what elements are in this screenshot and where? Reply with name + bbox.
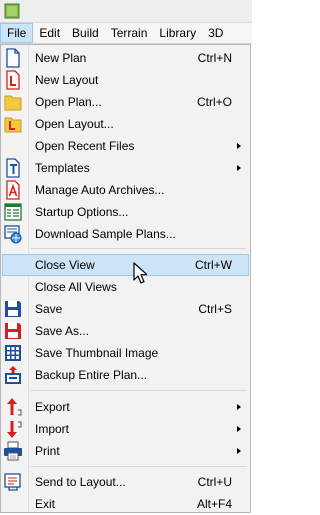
menu-item-label: Templates [35, 161, 90, 175]
archive-icon [6, 180, 20, 200]
menu-library[interactable]: Library [153, 23, 202, 43]
menu-item-print[interactable]: Print [2, 440, 249, 462]
menu-item-download-samples[interactable]: Download Sample Plans... [2, 223, 249, 245]
menu-item-exit[interactable]: Exit Alt+F4 [2, 493, 249, 515]
menu-item-label: Save As... [35, 324, 90, 338]
menu-item-label: Download Sample Plans... [35, 227, 176, 241]
download-samples-icon [4, 225, 22, 244]
menu-item-shortcut: Ctrl+U [197, 475, 232, 489]
menu-item-new-plan[interactable]: New Plan Ctrl+N [2, 47, 249, 69]
menu-item-new-layout[interactable]: New Layout [2, 69, 249, 91]
submenu-arrow-icon [237, 165, 241, 171]
menu-item-label: New Plan [35, 51, 87, 65]
menu-item-manage-archives[interactable]: Manage Auto Archives... [2, 179, 249, 201]
menu-item-shortcut: Ctrl+W [195, 258, 232, 272]
menu-item-label: Print [35, 444, 60, 458]
menu-item-label: Manage Auto Archives... [35, 183, 165, 197]
menu-separator [31, 390, 247, 391]
import-arrow-icon [7, 421, 22, 438]
menu-edit[interactable]: Edit [33, 23, 66, 43]
menu-bar: File Edit Build Terrain Library 3D [0, 23, 252, 44]
template-icon [6, 158, 20, 178]
menu-item-label: Export [35, 400, 70, 414]
menu-item-save-as[interactable]: Save As... [2, 320, 249, 342]
menu-item-shortcut: Ctrl+S [198, 302, 232, 316]
startup-options-icon [4, 203, 22, 221]
submenu-arrow-icon [237, 448, 241, 454]
menu-item-close-all-views[interactable]: Close All Views [2, 276, 249, 298]
file-menu-dropdown: New Plan Ctrl+N New Layout Open Plan... … [0, 44, 251, 513]
folder-icon [4, 95, 22, 111]
open-layout-icon [4, 117, 22, 133]
new-plan-icon [6, 48, 20, 68]
title-bar [0, 0, 252, 23]
menu-item-save-thumbnail[interactable]: Save Thumbnail Image [2, 342, 249, 364]
menu-build[interactable]: Build [66, 23, 105, 43]
menu-3d[interactable]: 3D [202, 23, 229, 43]
menu-item-label: Save Thumbnail Image [35, 346, 159, 360]
submenu-arrow-icon [237, 143, 241, 149]
menu-item-import[interactable]: Import [2, 418, 249, 440]
menu-item-close-view[interactable]: Close View Ctrl+W [2, 254, 249, 276]
menu-item-label: Send to Layout... [35, 475, 126, 489]
menu-item-label: New Layout [35, 73, 99, 87]
mouse-pointer-icon [133, 262, 147, 284]
menu-item-label: Startup Options... [35, 205, 129, 219]
menu-item-label: Import [35, 422, 70, 436]
menu-item-open-recent[interactable]: Open Recent Files [2, 135, 249, 157]
export-arrow-icon [7, 398, 22, 416]
submenu-arrow-icon [237, 404, 241, 410]
menu-item-templates[interactable]: Templates [2, 157, 249, 179]
menu-item-label: Backup Entire Plan... [35, 368, 148, 382]
menu-item-label: Open Recent Files [35, 139, 135, 153]
menu-item-shortcut: Ctrl+N [197, 51, 232, 65]
menu-item-shortcut: Alt+F4 [196, 497, 232, 511]
save-as-icon [5, 323, 21, 339]
save-icon [5, 301, 21, 317]
menu-item-open-plan[interactable]: Open Plan... Ctrl+O [2, 91, 249, 113]
app-logo-icon [4, 3, 20, 19]
menu-item-label: Open Plan... [35, 95, 102, 109]
menu-separator [31, 248, 247, 249]
printer-icon [4, 441, 22, 461]
menu-terrain[interactable]: Terrain [105, 23, 154, 43]
menu-item-label: Close View [35, 258, 95, 272]
menu-separator [31, 466, 247, 467]
menu-item-open-layout[interactable]: Open Layout... [2, 113, 249, 135]
menu-item-export[interactable]: Export [2, 396, 249, 418]
thumbnail-grid-icon [5, 345, 21, 361]
menu-item-label: Close All Views [35, 280, 117, 294]
new-layout-icon [6, 70, 20, 90]
send-to-layout-icon [4, 473, 21, 491]
menu-item-label: Exit [35, 497, 56, 511]
menu-item-save[interactable]: Save Ctrl+S [2, 298, 249, 320]
menu-item-shortcut: Ctrl+O [196, 95, 232, 109]
menu-item-backup[interactable]: Backup Entire Plan... [2, 364, 249, 386]
menu-item-label: Save [35, 302, 63, 316]
menu-item-send-to-layout[interactable]: Send to Layout... Ctrl+U [2, 471, 249, 493]
backup-icon [5, 366, 21, 384]
menu-item-label: Open Layout... [35, 117, 114, 131]
menu-file[interactable]: File [0, 23, 34, 43]
menu-item-startup-options[interactable]: Startup Options... [2, 201, 249, 223]
submenu-arrow-icon [237, 426, 241, 432]
